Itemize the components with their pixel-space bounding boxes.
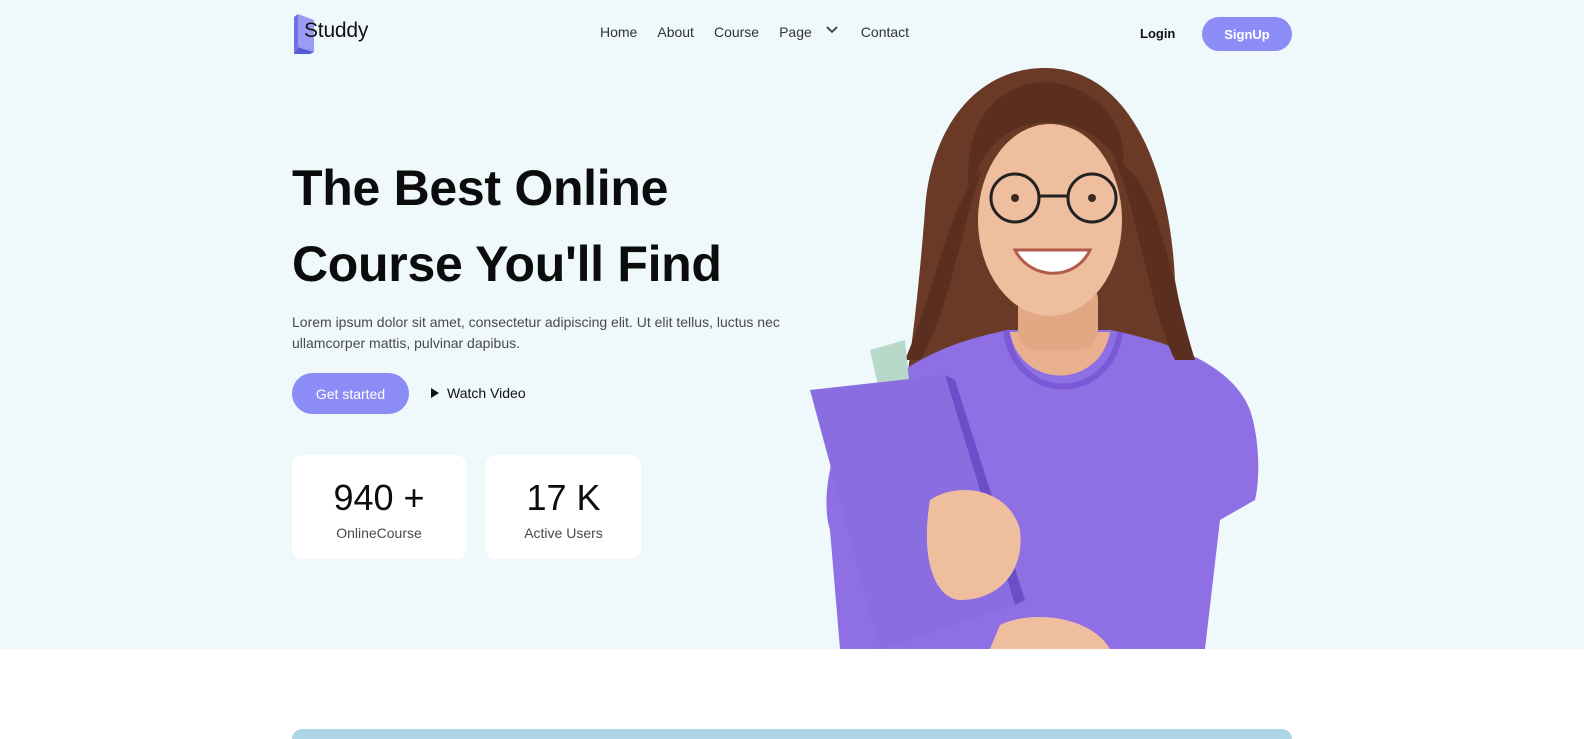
nav-page[interactable]: Page <box>779 24 812 40</box>
brand-name: Studdy <box>304 19 369 42</box>
login-button[interactable]: Login <box>1140 26 1175 41</box>
headline-line-1: The Best Online <box>292 160 669 216</box>
section-band <box>292 729 1292 739</box>
watch-video-label: Watch Video <box>447 385 526 401</box>
play-icon <box>431 388 439 398</box>
stat-value: 940 + <box>333 477 425 518</box>
signup-button[interactable]: SignUp <box>1202 17 1292 51</box>
hero-student-image <box>810 68 1259 649</box>
watch-video-button[interactable]: Watch Video <box>431 385 526 401</box>
stat-label: Active Users <box>524 525 603 541</box>
headline-line-2: Course You'll Find <box>292 236 722 292</box>
main-nav: Home About Course Page Contact <box>600 24 929 40</box>
hero-headline: The Best Online Course You'll Find <box>292 150 812 302</box>
hero-subtitle: Lorem ipsum dolor sit amet, consectetur … <box>292 314 780 351</box>
hero-section: Studdy Home About Course Page Contact Lo… <box>0 0 1584 649</box>
stat-card-courses: 940 + OnlineCourse <box>292 455 466 559</box>
nav-home[interactable]: Home <box>600 24 637 40</box>
stat-label: OnlineCourse <box>336 525 422 541</box>
chevron-down-icon[interactable] <box>825 23 839 37</box>
stat-value: 17 K <box>526 477 601 518</box>
stat-card-users: 17 K Active Users <box>486 455 641 559</box>
nav-about[interactable]: About <box>657 24 694 40</box>
get-started-button[interactable]: Get started <box>292 373 409 414</box>
brand-logo[interactable]: Studdy <box>292 14 368 54</box>
nav-course[interactable]: Course <box>714 24 759 40</box>
nav-contact[interactable]: Contact <box>861 24 909 40</box>
